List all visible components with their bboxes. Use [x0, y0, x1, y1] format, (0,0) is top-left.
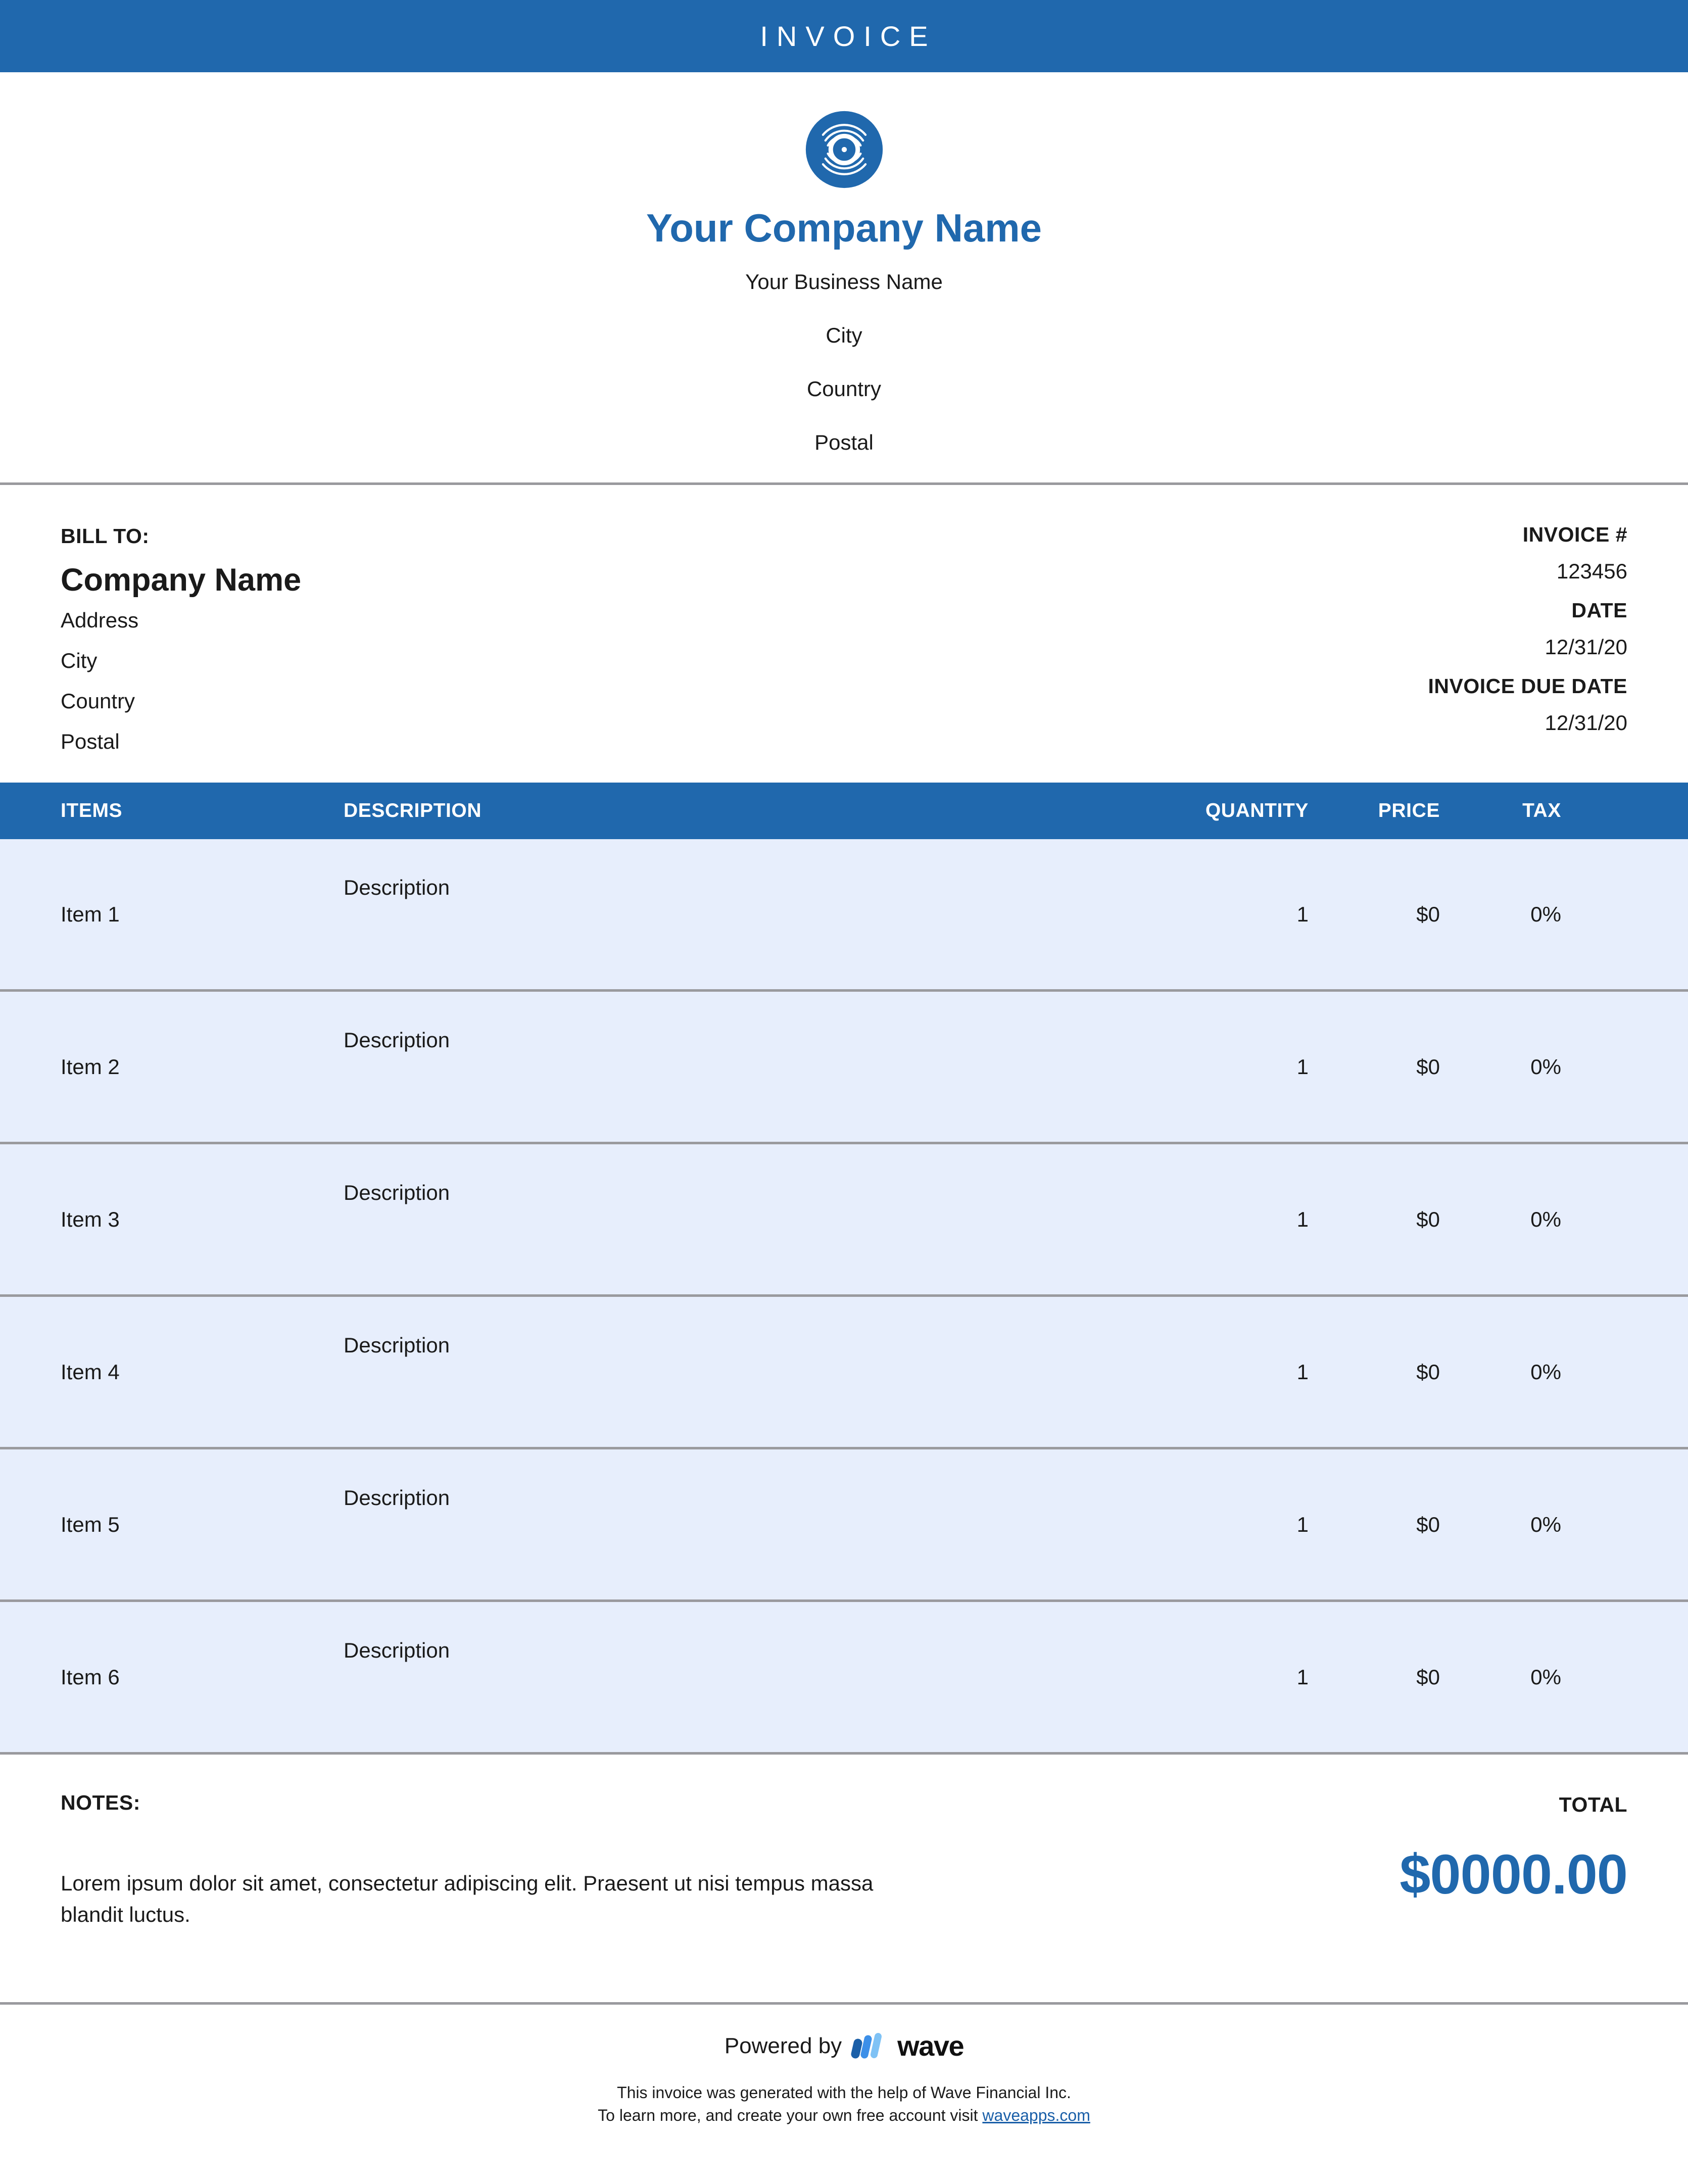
- bill-to-address: Address: [61, 608, 139, 633]
- cell-amount: $000.00: [1576, 1296, 1688, 1448]
- company-identity-block: Your Company Name Your Business Name Cit…: [0, 72, 1688, 482]
- column-header-description: DESCRIPTION: [344, 783, 1132, 840]
- wave-wordmark: wave: [897, 2030, 964, 2062]
- cell-item: Item 5: [61, 1512, 120, 1536]
- cell-tax: 0%: [1530, 1054, 1561, 1079]
- cell-tax: 0%: [1530, 1360, 1561, 1384]
- cell-quantity: 1: [1296, 1054, 1309, 1079]
- cell-price: $0: [1416, 1665, 1440, 1689]
- invoice-due-date-label: INVOICE DUE DATE: [1428, 674, 1627, 698]
- table-row: Item 1 Description 1 $0 0% $000.00: [0, 839, 1688, 991]
- footer-legal-line-2: To learn more, and create your own free …: [0, 2104, 1688, 2127]
- powered-by-label: Powered by: [724, 2033, 842, 2058]
- notes-block: NOTES: Lorem ipsum dolor sit amet, conse…: [61, 1791, 945, 1930]
- cell-price: $0: [1416, 1054, 1440, 1079]
- vinyl-record-icon: [805, 111, 883, 188]
- cell-tax: 0%: [1530, 1665, 1561, 1689]
- total-amount: $0000.00: [1400, 1843, 1628, 1906]
- column-header-tax: TAX: [1450, 783, 1576, 840]
- cell-quantity: 1: [1296, 1207, 1309, 1231]
- cell-description: Description: [344, 1638, 450, 1663]
- footer: Powered by wave This invoice was generat…: [0, 2002, 1688, 2127]
- invoice-number-value: 123456: [1556, 559, 1627, 583]
- footer-legal-line-1: This invoice was generated with the help…: [617, 2083, 1071, 2102]
- bill-to-country: Country: [61, 689, 135, 713]
- wave-logo-icon: [851, 2033, 882, 2059]
- company-postal: Postal: [814, 430, 874, 454]
- column-header-quantity: QUANTITY: [1132, 783, 1319, 840]
- notes-label: NOTES:: [61, 1791, 140, 1815]
- invoice-number-label: INVOICE #: [1522, 522, 1627, 546]
- invoice-header-bar: INVOICE: [0, 0, 1688, 72]
- cell-description: Description: [344, 1028, 450, 1052]
- cell-amount: $000.00: [1576, 1448, 1688, 1601]
- cell-item: Item 3: [61, 1207, 120, 1231]
- table-row: Item 2 Description 1 $0 0% $000.00: [0, 990, 1688, 1143]
- invoice-meta-section: BILL TO: Company Name Address City Count…: [0, 485, 1688, 783]
- cell-description: Description: [344, 876, 450, 900]
- cell-item: Item 6: [61, 1665, 120, 1689]
- cell-quantity: 1: [1296, 1360, 1309, 1384]
- cell-quantity: 1: [1296, 902, 1309, 926]
- cell-price: $0: [1416, 1207, 1440, 1231]
- cell-tax: 0%: [1530, 1512, 1561, 1536]
- cell-price: $0: [1416, 1512, 1440, 1536]
- bill-to-company: Company Name: [61, 562, 302, 598]
- bill-to-label: BILL TO:: [61, 524, 150, 548]
- cell-amount: $000.00: [1576, 991, 1688, 1143]
- total-block: TOTAL $0000.00: [1400, 1791, 1628, 1930]
- table-header-row: ITEMS DESCRIPTION QUANTITY PRICE TAX AMO…: [0, 783, 1688, 840]
- company-city: City: [826, 323, 862, 347]
- table-row: Item 5 Description 1 $0 0% $000.00: [0, 1448, 1688, 1601]
- cell-price: $0: [1416, 902, 1440, 926]
- company-logo: [0, 109, 1688, 190]
- table-row: Item 4 Description 1 $0 0% $000.00: [0, 1295, 1688, 1448]
- column-header-amount: AMOUNT: [1576, 783, 1688, 840]
- notes-and-total-section: NOTES: Lorem ipsum dolor sit amet, conse…: [0, 1755, 1688, 1930]
- cell-description: Description: [344, 1333, 450, 1357]
- company-country: Country: [806, 376, 882, 401]
- cell-amount: $000.00: [1576, 1143, 1688, 1296]
- footer-legal-text: This invoice was generated with the help…: [0, 2081, 1688, 2127]
- page-title: INVOICE: [760, 20, 937, 52]
- table-row: Item 6 Description 1 $0 0% $000.00: [0, 1600, 1688, 1754]
- bill-to-block: BILL TO: Company Name Address City Count…: [61, 524, 301, 752]
- column-header-price: PRICE: [1319, 783, 1450, 840]
- company-name: Your Company Name: [646, 206, 1042, 250]
- cell-tax: 0%: [1530, 1207, 1561, 1231]
- cell-description: Description: [344, 1486, 450, 1510]
- line-items-table: ITEMS DESCRIPTION QUANTITY PRICE TAX AMO…: [0, 783, 1688, 1755]
- powered-by-row: Powered by wave: [0, 2002, 1688, 2061]
- cell-amount: $000.00: [1576, 839, 1688, 991]
- table-row: Item 3 Description 1 $0 0% $000.00: [0, 1143, 1688, 1296]
- cell-quantity: 1: [1296, 1665, 1309, 1689]
- waveapps-link[interactable]: waveapps.com: [982, 2106, 1090, 2124]
- cell-description: Description: [344, 1181, 450, 1205]
- invoice-date-value: 12/31/20: [1545, 635, 1628, 659]
- cell-tax: 0%: [1530, 902, 1561, 926]
- column-header-items: ITEMS: [0, 783, 344, 840]
- footer-legal-line-2-prefix: To learn more, and create your own free …: [598, 2106, 983, 2125]
- total-label: TOTAL: [1559, 1793, 1627, 1817]
- cell-item: Item 1: [61, 902, 120, 926]
- table-header: ITEMS DESCRIPTION QUANTITY PRICE TAX AMO…: [0, 783, 1688, 840]
- invoice-date-label: DATE: [1571, 598, 1627, 622]
- invoice-details-block: INVOICE # 123456 DATE 12/31/20 INVOICE D…: [1428, 524, 1628, 752]
- cell-amount: $000.00: [1576, 1601, 1688, 1754]
- cell-item: Item 2: [61, 1054, 120, 1079]
- company-business-name: Your Business Name: [745, 269, 943, 294]
- cell-quantity: 1: [1296, 1512, 1309, 1536]
- invoice-due-date-value: 12/31/20: [1545, 710, 1628, 735]
- notes-body: Lorem ipsum dolor sit amet, consectetur …: [61, 1871, 874, 1927]
- bill-to-postal: Postal: [61, 730, 120, 754]
- table-body: Item 1 Description 1 $0 0% $000.00 Item …: [0, 839, 1688, 1754]
- cell-item: Item 4: [61, 1360, 120, 1384]
- cell-price: $0: [1416, 1360, 1440, 1384]
- bill-to-city: City: [61, 649, 98, 673]
